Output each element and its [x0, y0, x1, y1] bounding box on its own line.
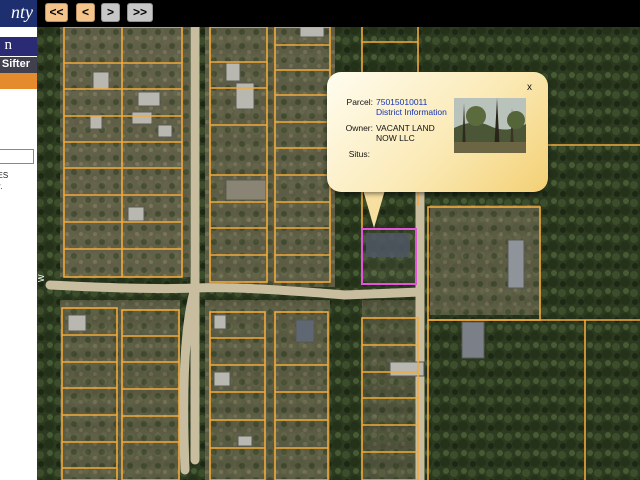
search-input[interactable] — [0, 149, 34, 164]
popup-pointer — [363, 190, 385, 228]
building — [137, 91, 161, 107]
building — [389, 361, 425, 377]
sifter-tab[interactable]: Sifter — [0, 57, 37, 73]
last-page-button[interactable]: >> — [127, 3, 153, 22]
building — [89, 114, 103, 130]
next-button[interactable]: > — [101, 3, 120, 22]
building — [92, 71, 110, 91]
building — [127, 206, 145, 222]
owner-label: Owner: — [345, 123, 373, 133]
parcel-photo[interactable] — [454, 98, 526, 153]
logo-text: nty — [11, 2, 33, 22]
road-label: W — [37, 274, 46, 282]
parcel-info-popup: Parcel: 75015010011 District Information… — [327, 72, 548, 192]
nav-tab-label: n — [4, 37, 13, 53]
building — [235, 82, 255, 110]
nav-tab[interactable]: n — [0, 37, 37, 56]
building — [131, 111, 153, 125]
building — [213, 314, 227, 330]
building — [213, 371, 231, 387]
section-bar — [0, 73, 37, 89]
clearing — [205, 27, 335, 287]
first-page-button[interactable]: << — [45, 3, 68, 22]
parcel-label: Parcel: — [346, 97, 373, 107]
owner-name-line2: NOW LLC — [376, 133, 415, 143]
owner-name-line1: VACANT LAND — [376, 123, 435, 133]
left-note-line1: OSES — [0, 171, 9, 180]
building — [507, 239, 525, 289]
left-note-line2: r. — [0, 182, 3, 191]
left-panel: nty n Sifter OSES r. — [0, 0, 37, 480]
building — [67, 314, 87, 332]
parcel-number-link[interactable]: 75015010011 — [376, 97, 427, 107]
previous-button[interactable]: < — [76, 3, 95, 22]
building — [225, 62, 241, 82]
building — [157, 124, 173, 138]
building — [237, 435, 253, 447]
clearing — [362, 300, 422, 480]
sifter-tab-label: Sifter — [1, 58, 30, 70]
county-logo[interactable]: nty — [0, 0, 37, 27]
left-note: OSES r. — [0, 170, 37, 192]
toolbar: << < > >> — [37, 0, 640, 27]
building — [299, 27, 325, 38]
building — [225, 179, 267, 201]
district-information-link[interactable]: District Information — [376, 107, 447, 117]
close-icon[interactable]: x — [527, 82, 532, 93]
building — [461, 321, 485, 359]
building — [366, 233, 410, 257]
situs-label: Situs: — [348, 149, 370, 159]
building — [295, 319, 315, 343]
clearing — [60, 27, 190, 277]
